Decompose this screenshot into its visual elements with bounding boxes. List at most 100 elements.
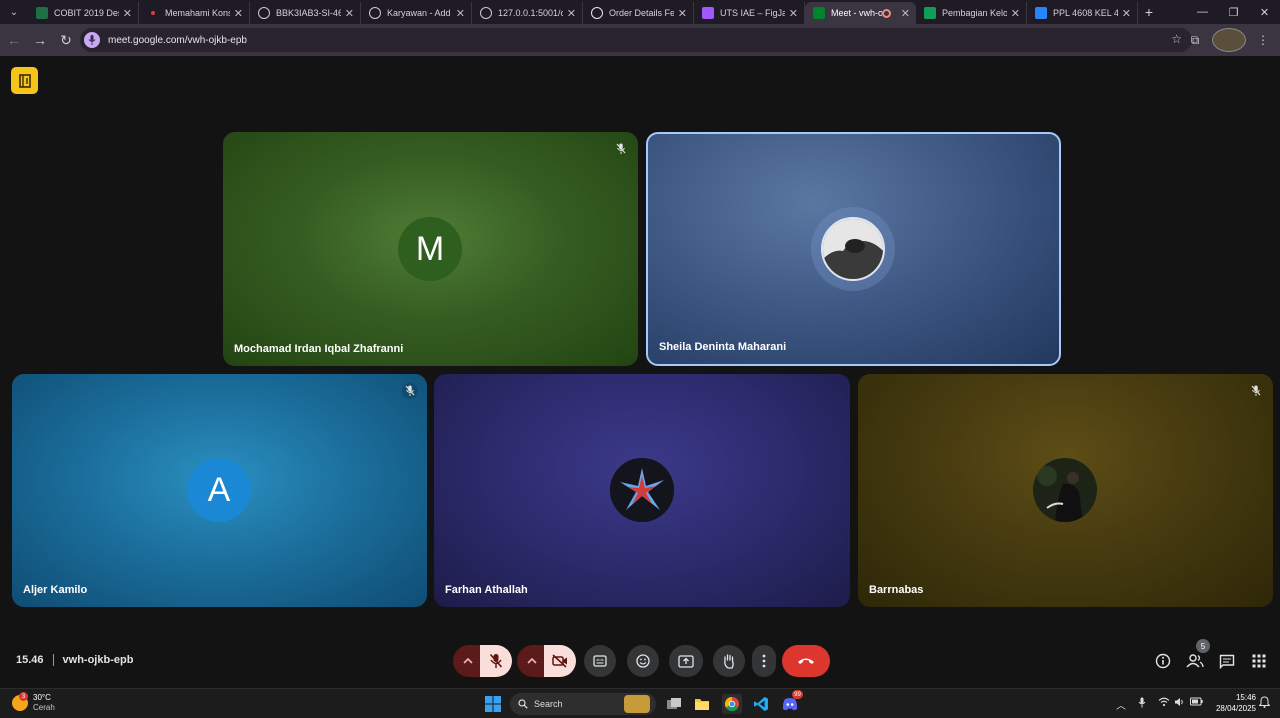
browser-tab[interactable]: Karyawan - Add C ✕ xyxy=(361,2,472,24)
avatar xyxy=(821,217,885,281)
close-tab-icon[interactable]: ✕ xyxy=(345,7,354,20)
jira-icon xyxy=(1035,7,1047,19)
weather-condition: Cerah xyxy=(33,703,55,712)
participant-tile-speaking[interactable]: Sheila Deninta Maharani xyxy=(646,132,1061,366)
windows-start-icon[interactable] xyxy=(483,694,503,714)
browser-toolbar: ← → ↻ meet.google.com/vwh-ojkb-epb ☆ ⧉ ⋮ xyxy=(0,24,1280,56)
raise-hand-button[interactable] xyxy=(713,645,745,677)
close-tab-icon[interactable]: ✕ xyxy=(567,7,576,20)
emoji-reaction-button[interactable] xyxy=(627,645,659,677)
browser-tab[interactable]: PPL 4608 KEL 4 - ✕ xyxy=(1027,2,1138,24)
participant-name: Farhan Athallah xyxy=(445,584,528,596)
people-count-badge: 5 xyxy=(1196,639,1210,653)
browser-tab[interactable]: UTS IAE – FigJam ✕ xyxy=(694,2,805,24)
openai-icon xyxy=(591,7,603,19)
show-hidden-icons[interactable]: ︿ xyxy=(1116,697,1126,712)
globe-icon xyxy=(369,7,381,19)
search-highlight-icon xyxy=(624,695,650,713)
task-view-icon[interactable] xyxy=(664,694,684,714)
system-clock[interactable]: 15:46 28/04/2025 xyxy=(1216,692,1256,714)
tab-strip: ⌄ COBIT 2019 Desig✕Memahami Konse✕BBK3IA… xyxy=(0,0,1280,24)
participant-tile[interactable]: Farhan Athallah xyxy=(434,374,850,607)
reload-button[interactable]: ↻ xyxy=(54,28,78,52)
audio-options-button[interactable] xyxy=(453,645,483,677)
file-explorer-icon[interactable] xyxy=(692,694,712,714)
search-label: Search xyxy=(534,699,563,709)
captions-button[interactable] xyxy=(584,645,616,677)
close-tab-icon[interactable]: ✕ xyxy=(1011,7,1020,20)
globe-icon xyxy=(258,7,270,19)
tab-title: 127.0.0.1:5001/o xyxy=(498,8,563,18)
avatar xyxy=(610,458,674,522)
discord-icon[interactable]: 99 xyxy=(780,690,803,714)
participant-tile[interactable]: M Mochamad Irdan Iqbal Zhafranni xyxy=(223,132,638,366)
participant-tile[interactable]: Barrnabas xyxy=(858,374,1273,607)
close-tab-icon[interactable]: ✕ xyxy=(789,7,798,20)
meet-activity-icon[interactable] xyxy=(11,67,38,94)
microphone-tray-icon[interactable] xyxy=(1138,697,1146,711)
chrome-icon[interactable] xyxy=(722,694,742,714)
clock-time: 15:46 xyxy=(1235,693,1256,702)
tab-title: Karyawan - Add C xyxy=(387,8,452,18)
activities-icon[interactable] xyxy=(1249,651,1269,671)
browser-tab[interactable]: Order Details Fet ✕ xyxy=(583,2,694,24)
taskbar-search[interactable]: Search xyxy=(510,693,656,715)
microphone-site-icon[interactable] xyxy=(84,32,100,48)
vscode-icon[interactable] xyxy=(751,694,771,714)
close-tab-icon[interactable]: ✕ xyxy=(901,7,910,20)
browser-tab[interactable]: Meet - vwh-o ✕ xyxy=(805,2,916,24)
close-tab-icon[interactable]: ✕ xyxy=(678,7,687,20)
microphone-toggle-button[interactable] xyxy=(480,645,512,677)
people-icon[interactable] xyxy=(1185,651,1205,671)
camera-toggle-button[interactable] xyxy=(544,645,576,677)
restore-icon[interactable]: ❐ xyxy=(1218,0,1249,24)
browser-tab[interactable]: BBK3IAB3-SI-46-0 ✕ xyxy=(250,2,361,24)
participant-name: Mochamad Irdan Iqbal Zhafranni xyxy=(234,343,404,355)
weather-widget[interactable]: 3 30°C Cerah xyxy=(12,692,55,713)
browser-tab[interactable]: Memahami Konse ✕ xyxy=(139,2,250,24)
avatar: M xyxy=(398,217,462,281)
url-text: meet.google.com/vwh-ojkb-epb xyxy=(108,34,247,46)
browser-tab[interactable]: COBIT 2019 Desig ✕ xyxy=(28,2,139,24)
avatar xyxy=(1033,458,1097,522)
meet-icon xyxy=(813,7,825,19)
weather-alert-badge: 3 xyxy=(19,692,28,701)
tab-title: Pembagian Kelom xyxy=(942,8,1007,18)
back-button[interactable]: ← xyxy=(2,28,26,52)
avatar: A xyxy=(187,458,251,522)
close-tab-icon[interactable]: ✕ xyxy=(1122,7,1131,20)
address-bar[interactable]: meet.google.com/vwh-ojkb-epb ☆ xyxy=(80,28,1192,52)
participant-tile[interactable]: A Aljer Kamilo xyxy=(12,374,427,607)
tab-search-chevron-icon[interactable]: ⌄ xyxy=(0,0,28,24)
forward-button[interactable]: → xyxy=(28,28,52,52)
extensions-icon[interactable]: ⧉ xyxy=(1178,28,1212,52)
volume-icon[interactable] xyxy=(1174,697,1185,710)
video-options-button[interactable] xyxy=(517,645,547,677)
meeting-info-icon[interactable] xyxy=(1153,651,1173,671)
battery-icon[interactable] xyxy=(1190,697,1203,709)
recording-indicator-icon xyxy=(881,8,891,18)
sheets-icon xyxy=(924,7,936,19)
browser-tab[interactable]: Pembagian Kelom ✕ xyxy=(916,2,1027,24)
leave-call-button[interactable] xyxy=(782,645,830,677)
discord-badge: 99 xyxy=(792,690,803,699)
minimize-icon[interactable]: — xyxy=(1187,0,1218,24)
close-tab-icon[interactable]: ✕ xyxy=(456,7,465,20)
present-screen-button[interactable] xyxy=(669,645,703,677)
new-tab-button[interactable]: + xyxy=(1138,4,1160,20)
close-window-icon[interactable]: ✕ xyxy=(1249,0,1280,24)
browser-tab[interactable]: 127.0.0.1:5001/o ✕ xyxy=(472,2,583,24)
close-tab-icon[interactable]: ✕ xyxy=(234,7,243,20)
windows-taskbar: 3 30°C Cerah Search 99 ︿ 15:46 28/04/202… xyxy=(0,688,1280,718)
close-tab-icon[interactable]: ✕ xyxy=(123,7,132,20)
tab-title: COBIT 2019 Desig xyxy=(54,8,119,18)
window-controls: — ❐ ✕ xyxy=(1187,0,1280,24)
wifi-icon[interactable] xyxy=(1158,697,1170,710)
browser-menu-icon[interactable]: ⋮ xyxy=(1246,28,1280,52)
meeting-details: 15.46 vwh-ojkb-epb xyxy=(16,654,133,666)
chat-icon[interactable] xyxy=(1217,651,1237,671)
profile-avatar[interactable] xyxy=(1212,28,1246,52)
more-options-button[interactable] xyxy=(752,645,776,677)
clock-date: 28/04/2025 xyxy=(1215,704,1256,713)
notification-bell-icon[interactable] xyxy=(1258,696,1271,711)
